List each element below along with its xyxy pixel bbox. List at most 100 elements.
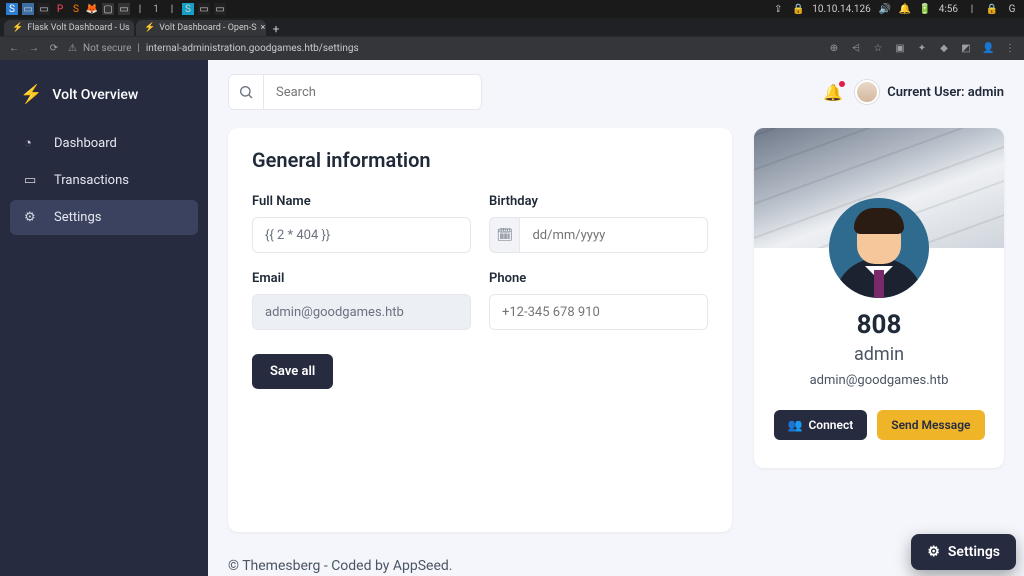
app-icon[interactable]: P (54, 3, 66, 15)
upload-icon[interactable]: ⇪ (772, 3, 784, 15)
search-icon[interactable] (229, 75, 263, 109)
save-button[interactable]: Save all (252, 354, 333, 389)
insecure-icon: ⚠ (68, 43, 77, 54)
browser-tab[interactable]: ⚡ Flask Volt Dashboard - Us × (4, 20, 134, 36)
tab-title: Flask Volt Dashboard - Us (27, 23, 130, 33)
profile-icon[interactable]: 👤 (982, 43, 994, 54)
app-icon[interactable]: 1 (150, 3, 162, 15)
field-email: Email (252, 271, 471, 330)
os-taskbar: S ▭ ▭ P S 🦊 ▢ ▭ | 1 | S ▭ ▭ ⇪ 🔒 10.10.14… (0, 0, 1024, 18)
tab-strip: ⚡ Flask Volt Dashboard - Us × ⚡ Volt Das… (0, 18, 1024, 36)
new-tab-button[interactable]: + (268, 22, 284, 36)
phone-input[interactable] (489, 294, 708, 330)
profile-card: 808 admin admin@goodgames.htb 👥 Connect … (754, 128, 1004, 468)
taskbar-right: ⇪ 🔒 10.10.14.126 🔊 🔔 🔋 4:56 | 🔒 G (772, 3, 1018, 15)
sidebar-item-label: Settings (54, 210, 101, 225)
power-menu-icon[interactable]: G (1006, 3, 1018, 15)
search-box (228, 74, 482, 110)
phone-label: Phone (489, 271, 708, 286)
card-title: General information (252, 148, 708, 172)
email-label: Email (252, 271, 471, 286)
star-icon[interactable]: ☆ (872, 43, 884, 54)
app-icon[interactable]: | (166, 3, 178, 15)
gear-icon: ⚙ (24, 210, 40, 225)
notification-dot (839, 81, 845, 87)
full-name-label: Full Name (252, 194, 471, 209)
footer-left: © Themesberg - Coded by AppSeed. (228, 558, 452, 574)
footer: © Themesberg - Coded by AppSeed. Flask V… (228, 532, 1004, 576)
url-text: internal-administration.goodgames.htb/se… (146, 43, 359, 54)
app-icon[interactable]: ▭ (38, 3, 50, 15)
connect-button[interactable]: 👥 Connect (774, 410, 868, 440)
app-icon[interactable]: ▭ (118, 3, 130, 15)
sidebar-item-dashboard[interactable]: ◔ Dashboard (10, 125, 198, 161)
zoom-icon[interactable]: ⊕ (828, 43, 840, 54)
app-icon[interactable]: ▭ (198, 3, 210, 15)
firefox-icon[interactable]: 🦊 (86, 3, 98, 15)
address-bar: ← → ⟳ ⚠ Not secure | internal-administra… (0, 36, 1024, 60)
extensions-icon[interactable]: ✦ (916, 43, 928, 54)
addr-actions: ⊕ ⩤ ☆ ▣ ✦ ◆ ◩ 👤 ⋮ (828, 43, 1016, 54)
app-icon[interactable]: S (70, 3, 82, 15)
separator: | (966, 3, 978, 15)
browser-window: ⚡ Flask Volt Dashboard - Us × ⚡ Volt Das… (0, 18, 1024, 576)
main-content: 🔔 Current User: admin General informatio… (208, 60, 1024, 576)
settings-fab[interactable]: ⚙ Settings (911, 534, 1016, 570)
lock-icon[interactable]: 🔒 (986, 3, 998, 15)
search-input[interactable] (263, 75, 481, 109)
sidebar-item-label: Transactions (54, 173, 129, 188)
profile-name: admin (754, 344, 1004, 365)
card-icon: ▭ (24, 173, 40, 188)
email-input[interactable] (252, 294, 471, 330)
close-icon[interactable]: × (261, 23, 266, 33)
calendar-icon[interactable]: 🗓 (489, 217, 519, 253)
field-phone: Phone (489, 271, 708, 330)
bolt-icon: ⚡ (20, 84, 42, 105)
security-label: Not secure (83, 43, 131, 54)
app-icon[interactable]: S (182, 3, 194, 15)
brand[interactable]: ⚡ Volt Overview (10, 78, 198, 123)
send-message-button[interactable]: Send Message (877, 410, 984, 440)
forward-button[interactable]: → (28, 43, 40, 54)
notifications-button[interactable]: 🔔 (823, 83, 843, 102)
app-icon[interactable]: ▭ (22, 3, 34, 15)
volume-icon[interactable]: 🔊 (879, 3, 891, 15)
power-icon[interactable]: 🔋 (919, 3, 931, 15)
back-button[interactable]: ← (8, 43, 20, 54)
extension-icon[interactable]: ◆ (938, 43, 950, 54)
browser-tab[interactable]: ⚡ Volt Dashboard - Open-S × (136, 20, 266, 36)
profile-email: admin@goodgames.htb (754, 373, 1004, 388)
network-icon[interactable]: 🔒 (792, 3, 804, 15)
extension-icon[interactable]: ◩ (960, 43, 972, 54)
gear-icon: ⚙ (927, 544, 940, 560)
sidebar: ⚡ Volt Overview ◔ Dashboard ▭ Transactio… (0, 60, 208, 576)
field-birthday: Birthday 🗓 (489, 194, 708, 253)
menu-icon[interactable]: ⋮ (1004, 43, 1016, 54)
content-row: General information Full Name Birthday 🗓 (228, 128, 1004, 532)
terminal-icon[interactable]: ▢ (102, 3, 114, 15)
current-user-label: Current User: admin (887, 85, 1004, 100)
taskbar-left: S ▭ ▭ P S 🦊 ▢ ▭ | 1 | S ▭ ▭ (6, 3, 226, 15)
cast-icon[interactable]: ▣ (894, 43, 906, 54)
app-icon[interactable]: | (134, 3, 146, 15)
url-field[interactable]: ⚠ Not secure | internal-administration.g… (68, 43, 359, 54)
tab-favicon: ⚡ (144, 23, 155, 33)
app-icon[interactable]: S (6, 3, 18, 15)
sidebar-item-transactions[interactable]: ▭ Transactions (10, 163, 198, 198)
notification-icon[interactable]: 🔔 (899, 3, 911, 15)
page-viewport: ⚡ Volt Overview ◔ Dashboard ▭ Transactio… (0, 60, 1024, 576)
full-name-input[interactable] (252, 217, 471, 253)
reload-button[interactable]: ⟳ (48, 43, 60, 54)
pie-icon: ◔ (24, 135, 40, 151)
birthday-label: Birthday (489, 194, 708, 209)
sidebar-item-settings[interactable]: ⚙ Settings (10, 200, 198, 235)
user-plus-icon: 👥 (788, 418, 803, 432)
general-info-card: General information Full Name Birthday 🗓 (228, 128, 732, 532)
app-icon[interactable]: ▭ (214, 3, 226, 15)
birthday-input[interactable] (519, 217, 708, 253)
tab-title: Volt Dashboard - Open-S (159, 23, 256, 33)
current-user[interactable]: Current User: admin (855, 80, 1004, 104)
share-icon[interactable]: ⩤ (850, 43, 862, 54)
avatar (855, 80, 879, 104)
connect-label: Connect (808, 418, 853, 432)
